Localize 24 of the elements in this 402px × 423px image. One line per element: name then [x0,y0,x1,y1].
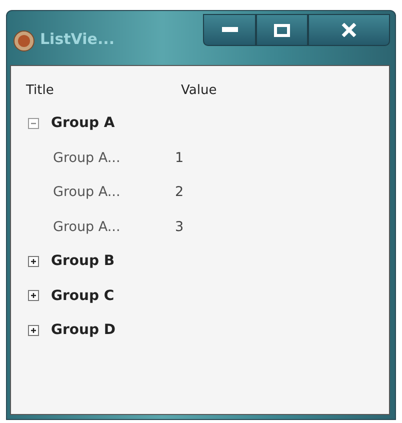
collapse-icon[interactable] [28,118,39,129]
item-value: 3 [175,218,184,235]
group-header: Group D [51,322,116,338]
minimize-button[interactable] [203,14,256,46]
item-value: 2 [175,184,184,200]
item-value: 1 [175,150,184,166]
close-button[interactable] [308,14,390,46]
item-title: Group A... [53,184,122,200]
maximize-button[interactable] [256,14,308,46]
column-header[interactable]: Value [181,82,217,98]
close-icon [341,23,357,37]
window-title: ListVie... [40,30,115,48]
expand-icon[interactable] [28,256,39,267]
group-header: Group A [51,115,115,132]
maximize-icon [274,24,290,36]
minimize-icon [222,27,238,33]
item-title: Group A... [53,218,122,235]
item-title: Group A... [53,150,122,166]
group-header: Group C [51,288,114,304]
column-header[interactable]: Title [11,82,181,98]
group-header: Group B [51,253,115,270]
expand-icon[interactable] [28,324,39,336]
app-icon [13,30,35,52]
expand-icon[interactable] [28,290,39,302]
